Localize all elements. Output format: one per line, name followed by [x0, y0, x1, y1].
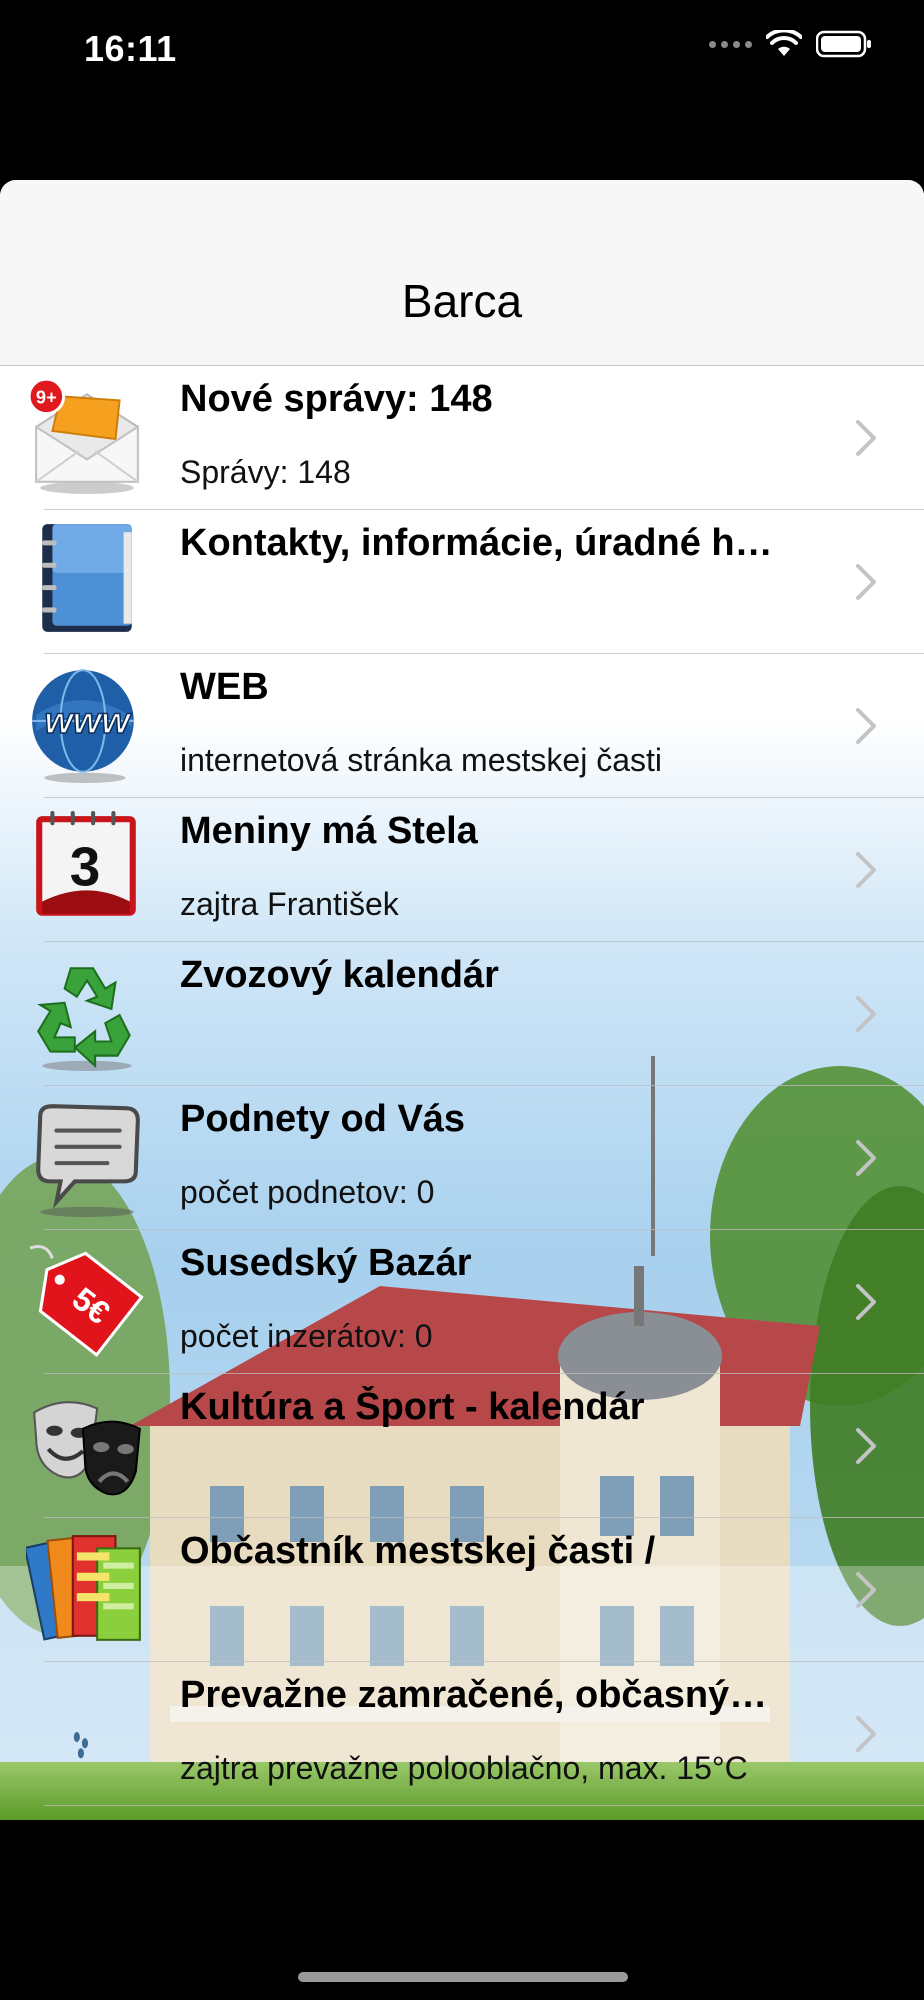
row-title: Meniny má Stela	[180, 810, 478, 852]
speech-bubble-icon	[36, 1104, 140, 1217]
battery-icon	[816, 30, 871, 58]
envelope-icon: 9+	[27, 377, 139, 494]
row-subtitle: Správy: 148	[180, 454, 351, 490]
home-indicator[interactable]	[298, 1972, 628, 1982]
row-subtitle: zajtra František	[180, 886, 399, 922]
row-subtitle: počet podnetov: 0	[180, 1174, 435, 1210]
row-title: Susedský Bazár	[180, 1242, 472, 1284]
row-subtitle: internetová stránka mestskej časti	[180, 742, 662, 778]
list-item-culture-sport[interactable]: Kultúra a Šport - kalendár	[0, 1374, 924, 1518]
chevron-right-icon	[856, 996, 876, 1032]
list-item-bazaar[interactable]: 5€ Susedský Bazár počet inzerátov: 0	[0, 1230, 924, 1374]
list-item-contacts[interactable]: Kontakty, informácie, úradné h…	[0, 510, 924, 654]
chevron-right-icon	[856, 420, 876, 456]
menu-list: 9+ Nové správy: 148 Správy: 148 Kontakty…	[0, 366, 924, 1820]
address-book-icon	[42, 524, 132, 632]
weather-rain-icon	[73, 1731, 89, 1759]
theater-masks-icon	[33, 1401, 141, 1496]
list-item-web[interactable]: www WEB internetová stránka mestskej čas…	[0, 654, 924, 798]
price-tag-icon: 5€	[29, 1244, 144, 1358]
row-title: Občastník mestskej časti /	[180, 1530, 656, 1572]
cellular-signal-icon	[709, 40, 752, 48]
globe-www-icon: www	[32, 669, 134, 783]
calendar-day: 3	[70, 835, 101, 897]
list-item-waste-calendar[interactable]: Zvozový kalendár	[0, 942, 924, 1086]
navigation-bar: Barca	[0, 180, 924, 366]
chevron-right-icon	[856, 564, 876, 600]
status-bar: 16:11	[0, 0, 924, 100]
list-item-suggestions[interactable]: Podnety od Vás počet podnetov: 0	[0, 1086, 924, 1230]
page-title: Barca	[401, 275, 523, 327]
svg-text:www: www	[44, 700, 132, 741]
row-title: Nové správy: 148	[180, 378, 493, 420]
list-item-weather[interactable]: Prevažne zamračené, občasný… zajtra prev…	[0, 1662, 924, 1806]
list-item-name-day[interactable]: 3 Meniny má Stela zajtra František	[0, 798, 924, 942]
wifi-icon	[766, 30, 802, 56]
chevron-right-icon	[856, 708, 876, 744]
magazines-icon	[26, 1534, 141, 1641]
row-title: Kontakty, informácie, úradné h…	[180, 522, 773, 564]
chevron-right-icon	[856, 1572, 876, 1608]
chevron-right-icon	[856, 1428, 876, 1464]
new-messages-badge: 9+	[36, 386, 57, 407]
chevron-right-icon	[856, 1716, 876, 1752]
list-item-newsletter[interactable]: Občastník mestskej časti /	[0, 1518, 924, 1662]
row-title: Podnety od Vás	[180, 1098, 466, 1140]
chevron-right-icon	[856, 852, 876, 888]
row-title: Zvozový kalendár	[180, 954, 499, 996]
row-title: Prevažne zamračené, občasný…	[180, 1674, 768, 1716]
chevron-right-icon	[856, 1284, 876, 1320]
main-sheet: Barca 9+ Nové správy: 148 Správy: 148 Ko…	[0, 180, 924, 1820]
status-time: 16:11	[84, 28, 177, 69]
calendar-icon: 3	[36, 811, 136, 916]
row-title: WEB	[180, 666, 269, 708]
list-item-messages[interactable]: 9+ Nové správy: 148 Správy: 148	[0, 366, 924, 510]
status-icons	[709, 30, 872, 58]
row-subtitle: počet inzerátov: 0	[180, 1318, 433, 1354]
recycle-icon	[37, 967, 132, 1071]
chevron-right-icon	[856, 1140, 876, 1176]
row-title: Kultúra a Šport - kalendár	[180, 1386, 645, 1428]
row-subtitle: zajtra prevažne polooblačno, max. 15°C	[180, 1750, 748, 1786]
